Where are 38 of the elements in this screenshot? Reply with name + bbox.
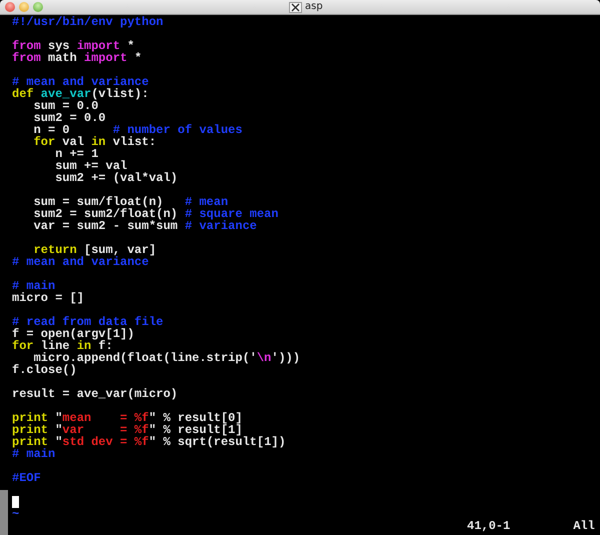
code-line: # main [12, 280, 56, 292]
code-line: sum = sum/float(n) # mean [32, 196, 228, 208]
code-line: n += 1 [54, 148, 98, 160]
zoom-button[interactable] [33, 2, 43, 12]
window-edge [0, 490, 8, 535]
code-line: sum2 = sum2/float(n) # square mean [32, 208, 278, 220]
code-line: f.close() [12, 364, 77, 376]
code-line: sum += val [54, 160, 128, 172]
code-line: micro = [] [12, 292, 84, 304]
code-line: sum2 += (val*val) [54, 172, 178, 184]
code-line: sum2 = 0.0 [32, 112, 106, 124]
code-line: micro.append(float(line.strip('\n'))) [34, 352, 300, 364]
code-line: print "mean = %f" % result[0] [12, 412, 242, 424]
code-line: # mean and variance [12, 256, 149, 268]
code-line: def ave_var(vlist): [12, 88, 149, 100]
code-line: # read from data file [12, 316, 164, 328]
code-line: from sys import * [12, 40, 134, 52]
code-line: print "var = %f" % result[1] [12, 424, 242, 436]
minimize-button[interactable] [19, 2, 29, 12]
scroll-position: All [573, 520, 595, 532]
code-line: sum = 0.0 [32, 100, 98, 112]
window-title: asp [305, 1, 323, 13]
code-line: var = sum2 - sum*sum # variance [32, 220, 257, 232]
code-line: # main [12, 448, 56, 460]
code-line: ~ [12, 508, 20, 520]
code-line: #!/usr/bin/env python [12, 16, 164, 28]
code-line: #EOF [12, 472, 41, 484]
code-line: # mean and variance [12, 76, 149, 88]
code-line: result = ave_var(micro) [12, 388, 178, 400]
code-line: print "std dev = %f" % sqrt(result[1]) [12, 436, 286, 448]
code-line: f = open(argv[1]) [12, 328, 134, 340]
code-line: return [sum, var] [32, 244, 156, 256]
code-line: from math import * [12, 52, 142, 64]
code-line: for val in vlist: [32, 136, 156, 148]
cursor-position: 41,0-1 [467, 520, 510, 532]
code-line: for line in f: [12, 340, 113, 352]
close-button[interactable] [5, 2, 15, 12]
code-line: n = 0 # number of values [32, 124, 242, 136]
